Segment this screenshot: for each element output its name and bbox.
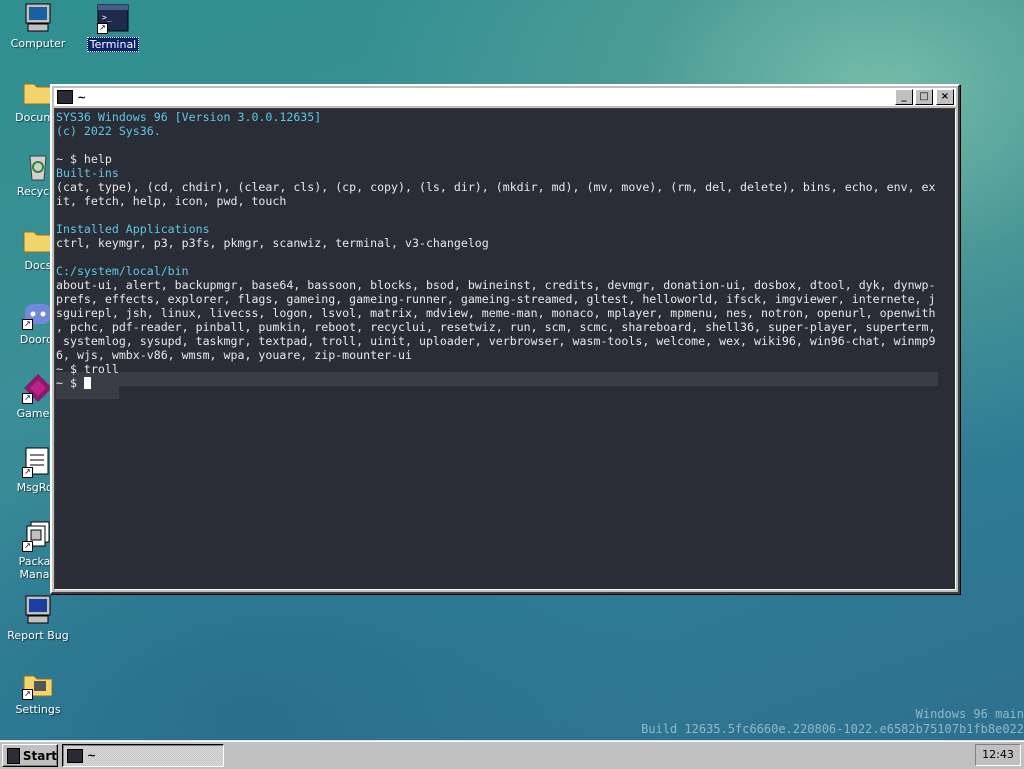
terminal-line: 6, wjs, wmbx-v86, wmsm, wpa, youare, zip… bbox=[56, 348, 412, 362]
text-cursor bbox=[83, 377, 91, 389]
start-button[interactable]: Start bbox=[2, 744, 58, 767]
desktop-icon-report-bug[interactable]: Report Bug bbox=[0, 594, 78, 642]
desktop-icon-label: Settings bbox=[15, 703, 61, 716]
prompt: ~ $ bbox=[56, 376, 84, 390]
terminal-line: sguirepl, jsh, linux, livecss, logon, ls… bbox=[56, 306, 936, 320]
settings-icon: ↗ bbox=[22, 668, 54, 700]
window-title: ~ bbox=[77, 90, 87, 104]
minimize-button[interactable]: _ bbox=[895, 89, 913, 105]
terminal-line: ~ $ troll bbox=[56, 362, 119, 376]
watermark-line1: Windows 96 main bbox=[915, 707, 1024, 721]
maximize-button[interactable]: □ bbox=[915, 89, 933, 105]
terminal-line: Installed Applications bbox=[56, 222, 210, 236]
terminal-input-line[interactable]: ~ $ bbox=[56, 376, 955, 390]
terminal-line: SYS36 Windows 96 [Version 3.0.0.12635] bbox=[56, 110, 322, 124]
desktop-icon-terminal[interactable]: >_ ↗ Terminal bbox=[73, 2, 153, 52]
watermark-line2: Build 12635.5fc6660e.220806-1022.e6582b7… bbox=[641, 722, 1024, 736]
terminal-line: (cat, type), (cd, chdir), (clear, cls), … bbox=[56, 180, 936, 194]
terminal-icon bbox=[57, 90, 73, 104]
terminal-output[interactable]: SYS36 Windows 96 [Version 3.0.0.12635] (c… bbox=[54, 108, 956, 590]
desktop-icon-computer[interactable]: Computer bbox=[0, 2, 78, 50]
terminal-line: Built-ins bbox=[56, 166, 119, 180]
terminal-lines: SYS36 Windows 96 [Version 3.0.0.12635] (c… bbox=[56, 110, 955, 376]
close-button[interactable]: × bbox=[936, 89, 954, 105]
taskbar: Start ~ 12:43 bbox=[0, 740, 1024, 769]
taskbar-item-terminal[interactable]: ~ bbox=[62, 744, 224, 767]
terminal-line: C:/system/local/bin bbox=[56, 264, 189, 278]
window-titlebar[interactable]: ~ _ □ × bbox=[54, 88, 956, 107]
terminal-window[interactable]: ~ _ □ × SYS36 Windows 96 [Version 3.0.0.… bbox=[50, 84, 960, 594]
desktop-icon-label: Report Bug bbox=[7, 629, 69, 642]
terminal-line: , pchc, pdf-reader, pinball, pumkin, reb… bbox=[56, 320, 936, 334]
terminal-line: (c) 2022 Sys36. bbox=[56, 124, 161, 138]
build-watermark: Windows 96 main Build 12635.5fc6660e.220… bbox=[641, 707, 1024, 737]
desktop-icon-settings[interactable]: ↗ Settings bbox=[0, 668, 78, 716]
svg-text:>_: >_ bbox=[102, 13, 112, 22]
terminal-line: systemlog, sysupd, taskmgr, textpad, tro… bbox=[56, 334, 936, 348]
taskbar-item-label: ~ bbox=[87, 749, 97, 762]
terminal-line: ~ $ help bbox=[56, 152, 112, 166]
terminal-line: it, fetch, help, icon, pwd, touch bbox=[56, 194, 287, 208]
system-clock: 12:43 bbox=[975, 744, 1021, 766]
desktop-icon-label: Docs bbox=[24, 259, 52, 272]
desktop-icon-label: Terminal bbox=[86, 37, 140, 52]
start-logo-icon bbox=[7, 747, 20, 764]
desktop-icon-label: Computer bbox=[10, 37, 66, 50]
computer-icon bbox=[22, 2, 54, 34]
terminal-line: about-ui, alert, backupmgr, base64, bass… bbox=[56, 278, 936, 292]
terminal-line: prefs, effects, explorer, flags, gameing… bbox=[56, 292, 936, 306]
report-bug-icon bbox=[22, 594, 54, 626]
terminal-icon bbox=[67, 748, 83, 763]
start-label: Start bbox=[22, 748, 57, 763]
terminal-icon: >_ ↗ bbox=[97, 2, 129, 34]
terminal-line: ctrl, keymgr, p3, p3fs, pkmgr, scanwiz, … bbox=[56, 236, 489, 250]
